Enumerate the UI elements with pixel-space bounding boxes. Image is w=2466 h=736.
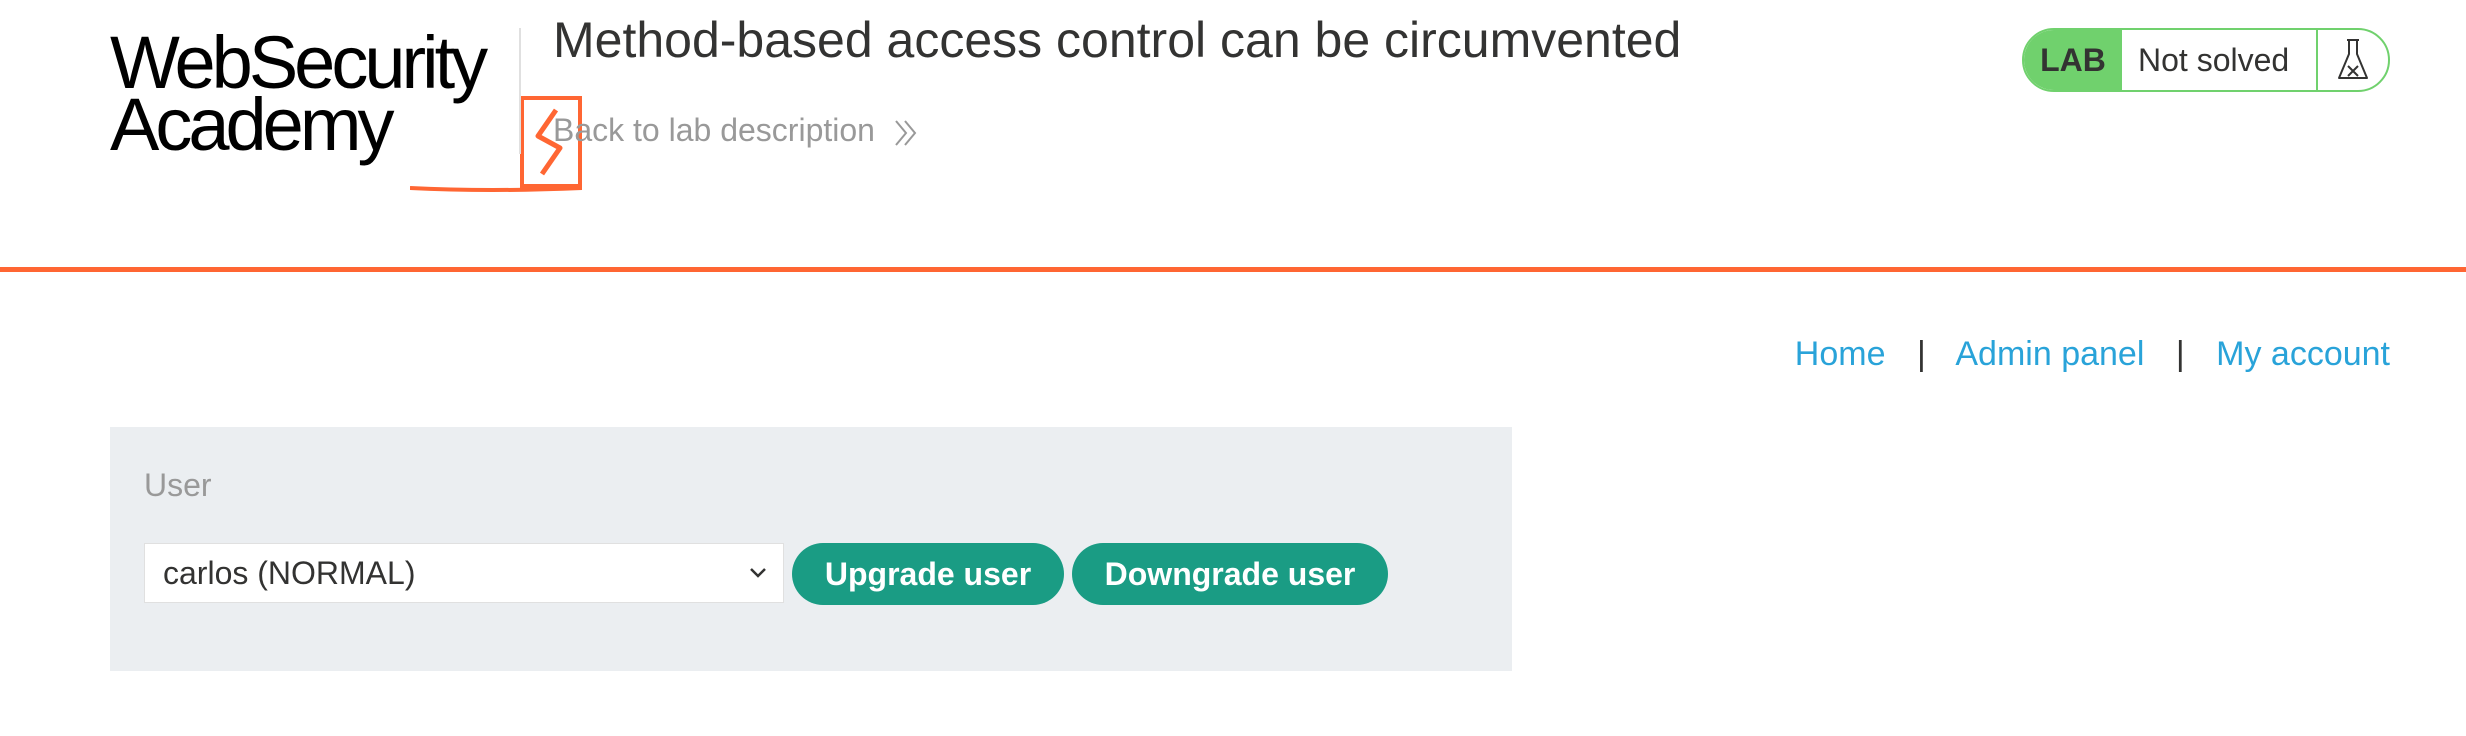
lab-status-text: Not solved bbox=[2122, 30, 2318, 90]
top-navigation: Home | Admin panel | My account bbox=[1795, 330, 2390, 378]
logo-line-2: Academy bbox=[110, 83, 394, 166]
nav-separator: | bbox=[2175, 335, 2185, 373]
user-select[interactable]: carlos (NORMAL) bbox=[144, 543, 784, 603]
nav-my-account-link[interactable]: My account bbox=[2216, 335, 2390, 373]
downgrade-user-button[interactable]: Downgrade user bbox=[1072, 543, 1388, 605]
nav-separator: | bbox=[1916, 335, 1926, 373]
user-select-value: carlos (NORMAL) bbox=[163, 554, 416, 591]
admin-user-form: User carlos (NORMAL) Upgrade user Downgr… bbox=[110, 427, 1512, 671]
page-header: WebSecurity Academy Method-based access … bbox=[0, 0, 2466, 268]
chevron-down-icon bbox=[750, 568, 766, 578]
nav-admin-panel-link[interactable]: Admin panel bbox=[1955, 335, 2144, 373]
back-link-label: Back to lab description bbox=[553, 112, 875, 148]
double-chevron-right-icon bbox=[895, 119, 917, 146]
nav-home-link[interactable]: Home bbox=[1795, 335, 1886, 373]
lab-title: Method-based access control can be circu… bbox=[553, 12, 1682, 68]
flask-icon bbox=[2318, 30, 2388, 90]
back-to-lab-description-link[interactable]: Back to lab description bbox=[553, 108, 918, 152]
web-security-academy-logo[interactable]: WebSecurity Academy bbox=[110, 26, 582, 192]
header-divider bbox=[519, 28, 521, 154]
upgrade-user-button[interactable]: Upgrade user bbox=[792, 543, 1064, 605]
user-label: User bbox=[144, 467, 212, 503]
lab-status-widget: LAB Not solved bbox=[2022, 28, 2390, 92]
lab-badge: LAB bbox=[2024, 30, 2122, 90]
header-accent-bar bbox=[0, 267, 2466, 272]
